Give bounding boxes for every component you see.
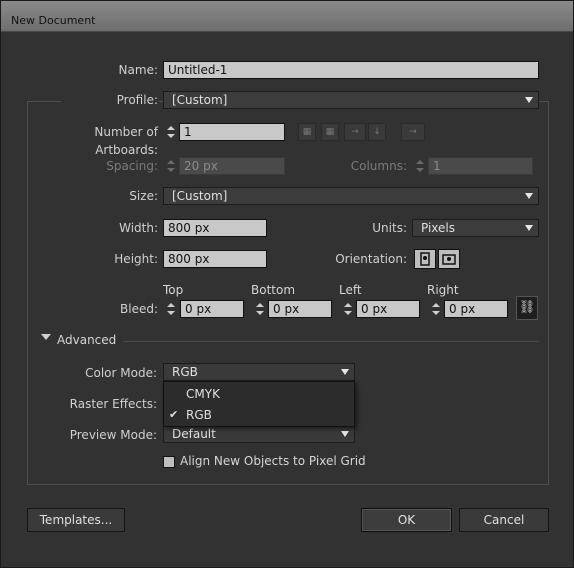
units-value: Pixels bbox=[421, 221, 456, 235]
size-value: [Custom] bbox=[172, 189, 228, 203]
option-label: CMYK bbox=[186, 387, 220, 401]
title-bar[interactable]: New Document bbox=[1, 1, 573, 32]
artboards-label: Number of Artboards: bbox=[94, 125, 158, 157]
bleed-bottom-label: Bottom bbox=[251, 283, 296, 297]
bleed-bottom-field[interactable]: 0 px bbox=[268, 300, 332, 318]
stepper-down-icon bbox=[256, 311, 264, 315]
profile-label: Profile: bbox=[61, 91, 158, 109]
bleed-right-field[interactable]: 0 px bbox=[444, 300, 508, 318]
bleed-top-field[interactable]: 0 px bbox=[180, 300, 244, 318]
name-field[interactable]: Untitled-1 bbox=[163, 61, 539, 79]
spacing-stepper[interactable] bbox=[164, 157, 178, 175]
triangle-down-icon[interactable] bbox=[41, 334, 51, 340]
bleed-left-stepper[interactable] bbox=[341, 300, 355, 318]
profile-select[interactable]: [Custom] bbox=[163, 91, 539, 109]
name-label: Name: bbox=[118, 63, 158, 77]
size-select[interactable]: [Custom] bbox=[163, 187, 539, 205]
stepper-up-icon bbox=[416, 160, 424, 164]
color-mode-option-rgb[interactable]: ✔ RGB bbox=[164, 405, 354, 425]
advanced-toggle[interactable]: Advanced bbox=[57, 333, 116, 347]
cancel-button[interactable]: Cancel bbox=[459, 508, 549, 532]
color-mode-dropdown: CMYK ✔ RGB bbox=[163, 381, 355, 427]
stepper-up-icon bbox=[256, 303, 264, 307]
stepper-down-icon bbox=[432, 311, 440, 315]
option-label: RGB bbox=[186, 408, 212, 422]
bleed-left-label: Left bbox=[339, 283, 362, 297]
dialog-title: New Document bbox=[11, 14, 96, 27]
advanced-divider bbox=[123, 341, 539, 342]
color-mode-label: Color Mode: bbox=[85, 366, 157, 380]
color-mode-select[interactable]: RGB bbox=[163, 363, 355, 381]
width-label: Width: bbox=[119, 221, 158, 235]
bleed-top-label: Top bbox=[163, 283, 184, 297]
stepper-up-icon bbox=[167, 303, 175, 307]
preview-mode-select[interactable]: Default bbox=[163, 425, 355, 443]
columns-label: Columns: bbox=[350, 159, 407, 173]
preview-mode-value: Default bbox=[172, 427, 216, 441]
bleed-right-label: Right bbox=[427, 283, 459, 297]
chevron-down-icon bbox=[525, 97, 533, 103]
height-label: Height: bbox=[114, 252, 158, 266]
new-document-dialog: New Document Name: Untitled-1 Profile: [… bbox=[0, 0, 574, 568]
stepper-down-icon bbox=[344, 311, 352, 315]
align-pixel-grid-checkbox[interactable] bbox=[163, 456, 175, 468]
size-label: Size: bbox=[129, 189, 158, 203]
stepper-up-icon bbox=[167, 160, 175, 164]
landscape-orientation-button[interactable] bbox=[438, 249, 460, 269]
arrange-by-row-icon[interactable]: → bbox=[344, 123, 366, 141]
stepper-down-icon bbox=[167, 168, 175, 172]
landscape-icon bbox=[442, 254, 456, 265]
stepper-down-icon bbox=[167, 134, 175, 138]
profile-value: [Custom] bbox=[172, 93, 228, 107]
chevron-down-icon bbox=[341, 369, 349, 375]
stepper-up-icon bbox=[344, 303, 352, 307]
stepper-down-icon bbox=[416, 168, 424, 172]
align-pixel-grid-label: Align New Objects to Pixel Grid bbox=[180, 454, 366, 468]
ok-button[interactable]: OK bbox=[361, 508, 452, 532]
checkmark-icon: ✔ bbox=[169, 408, 179, 421]
bleed-top-stepper[interactable] bbox=[164, 300, 178, 318]
bleed-right-stepper[interactable] bbox=[429, 300, 443, 318]
portrait-orientation-button[interactable] bbox=[414, 249, 436, 269]
portrait-icon bbox=[420, 252, 430, 266]
grid-by-column-icon[interactable]: ▦ bbox=[321, 123, 339, 141]
bleed-label: Bleed: bbox=[120, 302, 158, 316]
chevron-down-icon bbox=[525, 225, 533, 231]
height-field[interactable]: 800 px bbox=[163, 250, 267, 268]
templates-button[interactable]: Templates... bbox=[27, 508, 125, 532]
change-to-rtl-icon[interactable]: → bbox=[401, 123, 425, 141]
orientation-label: Orientation: bbox=[335, 252, 407, 266]
bleed-left-field[interactable]: 0 px bbox=[356, 300, 420, 318]
arrange-by-column-icon[interactable]: ↓ bbox=[368, 123, 386, 141]
artboards-field[interactable]: 1 bbox=[179, 123, 285, 141]
stepper-up-icon bbox=[167, 126, 175, 130]
columns-stepper[interactable] bbox=[413, 157, 427, 175]
stepper-down-icon bbox=[167, 311, 175, 315]
color-mode-value: RGB bbox=[172, 365, 198, 379]
preview-mode-label: Preview Mode: bbox=[69, 428, 157, 442]
link-bleed-values-icon[interactable]: ⛓ bbox=[516, 296, 538, 320]
color-mode-option-cmyk[interactable]: CMYK bbox=[164, 384, 354, 404]
columns-field[interactable]: 1 bbox=[428, 157, 533, 175]
chevron-down-icon bbox=[525, 193, 533, 199]
units-select[interactable]: Pixels bbox=[412, 219, 539, 237]
chevron-down-icon bbox=[341, 431, 349, 437]
grid-by-row-icon[interactable]: ▦ bbox=[298, 123, 316, 141]
units-label: Units: bbox=[372, 221, 407, 235]
stepper-up-icon bbox=[432, 303, 440, 307]
artboards-stepper[interactable] bbox=[164, 123, 178, 141]
raster-effects-label: Raster Effects: bbox=[69, 397, 157, 411]
width-field[interactable]: 800 px bbox=[163, 219, 267, 237]
bleed-bottom-stepper[interactable] bbox=[253, 300, 267, 318]
spacing-label: Spacing: bbox=[106, 159, 158, 173]
spacing-field[interactable]: 20 px bbox=[179, 157, 285, 175]
